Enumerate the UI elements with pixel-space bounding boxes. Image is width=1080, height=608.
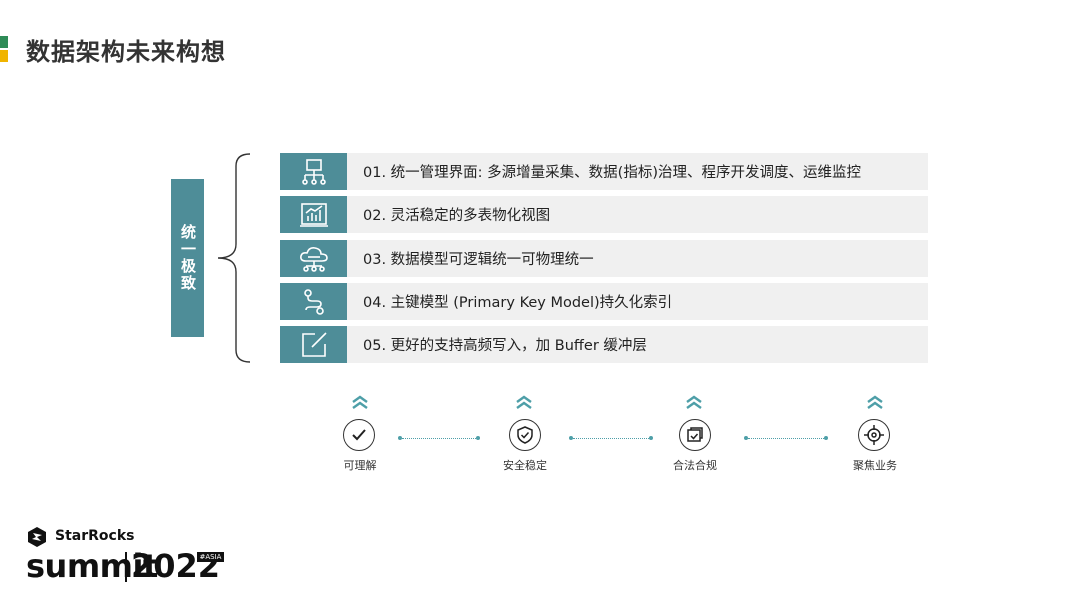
flow-label: 聚焦业务	[853, 459, 897, 472]
list-item: 01. 统一管理界面: 多源增量采集、数据(指标)治理、程序开发调度、运维监控	[280, 153, 928, 190]
shield-check-icon	[509, 419, 541, 451]
curly-brace	[217, 153, 251, 363]
connector-line	[748, 438, 824, 439]
connector-line	[573, 438, 649, 439]
list-item: 02. 灵活稳定的多表物化视图	[280, 196, 928, 233]
target-icon	[858, 419, 890, 451]
bar-chart-icon	[280, 196, 347, 233]
flow-label: 可理解	[343, 459, 377, 472]
cloud-network-icon	[280, 240, 347, 277]
path-route-icon	[280, 283, 347, 320]
flow-label: 合法合规	[673, 459, 717, 472]
list-item: 04. 主键模型 (Primary Key Model)持久化索引	[280, 283, 928, 320]
chevron-up-icon	[867, 395, 883, 409]
chevron-up-icon	[686, 395, 702, 409]
list-item-text: 02. 灵活稳定的多表物化视图	[363, 208, 551, 224]
chevron-up-icon	[516, 395, 532, 409]
flow-label: 安全稳定	[503, 459, 547, 472]
logo-brand: StarRocks	[55, 528, 135, 544]
org-chart-icon	[280, 153, 347, 190]
connector-dot	[824, 436, 828, 440]
logo-divider	[125, 552, 127, 582]
starrocks-logo-icon	[28, 527, 46, 547]
sidebar-label-box: 统一极致	[171, 179, 204, 337]
sidebar-label: 统一极致	[179, 224, 197, 292]
logo-tag: #ASIA	[197, 552, 224, 562]
title-accent-green	[0, 36, 8, 48]
page-title: 数据架构未来构想	[26, 38, 226, 66]
list-item-text: 05. 更好的支持高频写入，加 Buffer 缓冲层	[363, 338, 647, 354]
check-icon	[343, 419, 375, 451]
edit-icon	[280, 326, 347, 363]
connector-dot	[649, 436, 653, 440]
list-item: 05. 更好的支持高频写入，加 Buffer 缓冲层	[280, 326, 928, 363]
title-accent-yellow	[0, 50, 8, 62]
connector-line	[402, 438, 476, 439]
document-check-icon	[679, 419, 711, 451]
list-item-text: 03. 数据模型可逻辑统一可物理统一	[363, 252, 594, 268]
connector-dot	[476, 436, 480, 440]
list-item-text: 04. 主键模型 (Primary Key Model)持久化索引	[363, 295, 673, 311]
list-item: 03. 数据模型可逻辑统一可物理统一	[280, 240, 928, 277]
chevron-up-icon	[352, 395, 368, 409]
list-item-text: 01. 统一管理界面: 多源增量采集、数据(指标)治理、程序开发调度、运维监控	[363, 165, 861, 181]
